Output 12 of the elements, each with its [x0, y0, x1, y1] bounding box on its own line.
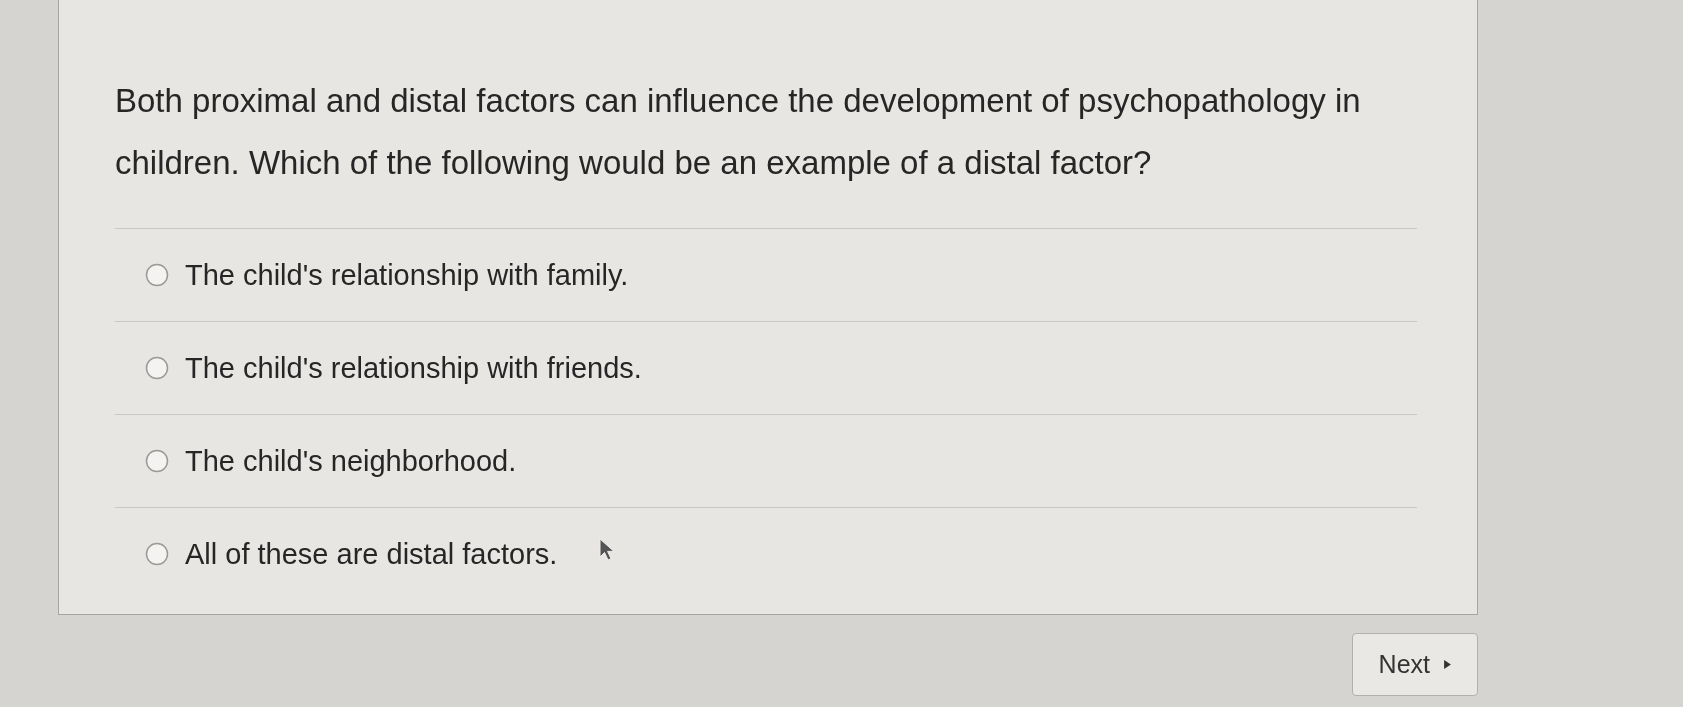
- answer-option[interactable]: The child's relationship with friends.: [115, 322, 1417, 415]
- radio-button[interactable]: [145, 356, 169, 380]
- radio-button[interactable]: [145, 263, 169, 287]
- answer-option[interactable]: All of these are distal factors.: [115, 508, 1417, 600]
- caret-icon: [1444, 660, 1451, 669]
- radio-button[interactable]: [145, 542, 169, 566]
- next-button[interactable]: Next: [1351, 633, 1478, 696]
- answer-option[interactable]: The child's neighborhood.: [115, 415, 1417, 508]
- radio-button[interactable]: [145, 449, 169, 473]
- question-text: Both proximal and distal factors can influence the development of psychopathology in children. Which of the following would be an example of a distal factor?: [115, 70, 1417, 229]
- answer-option[interactable]: The child's relationship with family.: [115, 229, 1417, 322]
- cursor-icon: [599, 538, 615, 562]
